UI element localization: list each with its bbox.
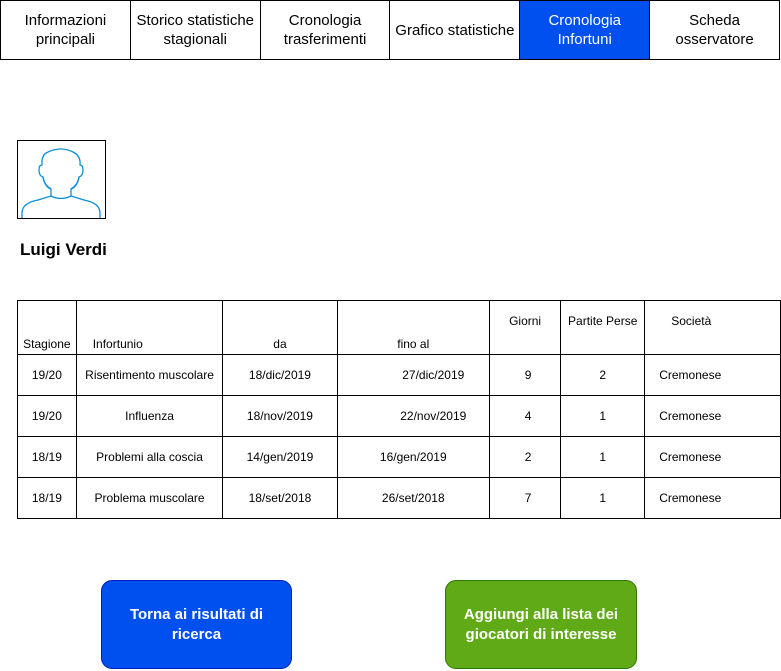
table-row: 19/20 Influenza 18/nov/2019 22/nov/2019 … xyxy=(17,395,781,437)
cell-partite-perse: 1 xyxy=(560,395,646,437)
tab-storico-statistiche[interactable]: Storico statistiche stagionali xyxy=(129,0,261,60)
cell-infortunio: Risentimento muscolare xyxy=(75,354,224,396)
cell-giorni: 2 xyxy=(488,436,562,478)
player-name: Luigi Verdi xyxy=(20,240,107,259)
cell-societa: Cremonese xyxy=(644,395,781,437)
cell-fino-al: 27/dic/2019 xyxy=(336,354,490,396)
cell-giorni: 9 xyxy=(488,354,562,396)
cell-societa: Cremonese xyxy=(644,436,781,478)
column-header-societa: Società xyxy=(644,300,781,355)
user-icon xyxy=(21,148,101,218)
cell-partite-perse: 1 xyxy=(560,477,646,519)
tab-informazioni-principali[interactable]: Informazioni principali xyxy=(0,0,131,60)
column-header-partite-perse: Partite Perse xyxy=(560,300,646,355)
table-row: 18/19 Problemi alla coscia 14/gen/2019 1… xyxy=(17,436,781,478)
cell-societa: Cremonese xyxy=(644,477,781,519)
tab-cronologia-infortuni[interactable]: Cronologia Infortuni xyxy=(519,0,651,60)
cell-infortunio: Influenza xyxy=(75,395,224,437)
player-avatar xyxy=(17,140,106,219)
cell-infortunio: Problemi alla coscia xyxy=(75,436,224,478)
cell-societa: Cremonese xyxy=(644,354,781,396)
column-header-fino-al: fino al xyxy=(336,300,490,355)
cell-partite-perse: 2 xyxy=(560,354,646,396)
cell-stagione: 19/20 xyxy=(17,354,77,396)
cell-da: 18/dic/2019 xyxy=(222,354,338,396)
table-row: 18/19 Problema muscolare 18/set/2018 26/… xyxy=(17,477,781,519)
column-header-da: da xyxy=(222,300,338,355)
cell-da: 18/nov/2019 xyxy=(222,395,338,437)
cell-stagione: 18/19 xyxy=(17,477,77,519)
injury-history-table: Stagione Infortunio da fino al Giorni Pa… xyxy=(17,300,781,519)
table-row: 19/20 Risentimento muscolare 18/dic/2019… xyxy=(17,354,781,396)
column-header-giorni: Giorni xyxy=(488,300,562,355)
cell-fino-al: 22/nov/2019 xyxy=(336,395,490,437)
cell-giorni: 4 xyxy=(488,395,562,437)
tab-grafico-statistiche[interactable]: Grafico statistiche xyxy=(389,0,521,60)
tab-cronologia-trasferimenti[interactable]: Cronologia trasferimenti xyxy=(259,0,391,60)
column-header-infortunio: Infortunio xyxy=(75,300,224,355)
add-to-watchlist-button[interactable]: Aggiungi alla lista dei giocatori di int… xyxy=(445,580,637,669)
cell-infortunio: Problema muscolare xyxy=(75,477,224,519)
cell-da: 14/gen/2019 xyxy=(222,436,338,478)
cell-fino-al: 16/gen/2019 xyxy=(336,436,490,478)
cell-giorni: 7 xyxy=(488,477,562,519)
back-to-results-button[interactable]: Torna ai risultati di ricerca xyxy=(101,580,292,669)
table-header-row: Stagione Infortunio da fino al Giorni Pa… xyxy=(17,300,781,355)
tab-bar: Informazioni principali Storico statisti… xyxy=(0,0,780,60)
column-header-stagione: Stagione xyxy=(17,300,77,355)
cell-stagione: 19/20 xyxy=(17,395,77,437)
cell-fino-al: 26/set/2018 xyxy=(336,477,490,519)
tab-scheda-osservatore[interactable]: Scheda osservatore xyxy=(649,0,780,60)
cell-da: 18/set/2018 xyxy=(222,477,338,519)
cell-partite-perse: 1 xyxy=(560,436,646,478)
cell-stagione: 18/19 xyxy=(17,436,77,478)
